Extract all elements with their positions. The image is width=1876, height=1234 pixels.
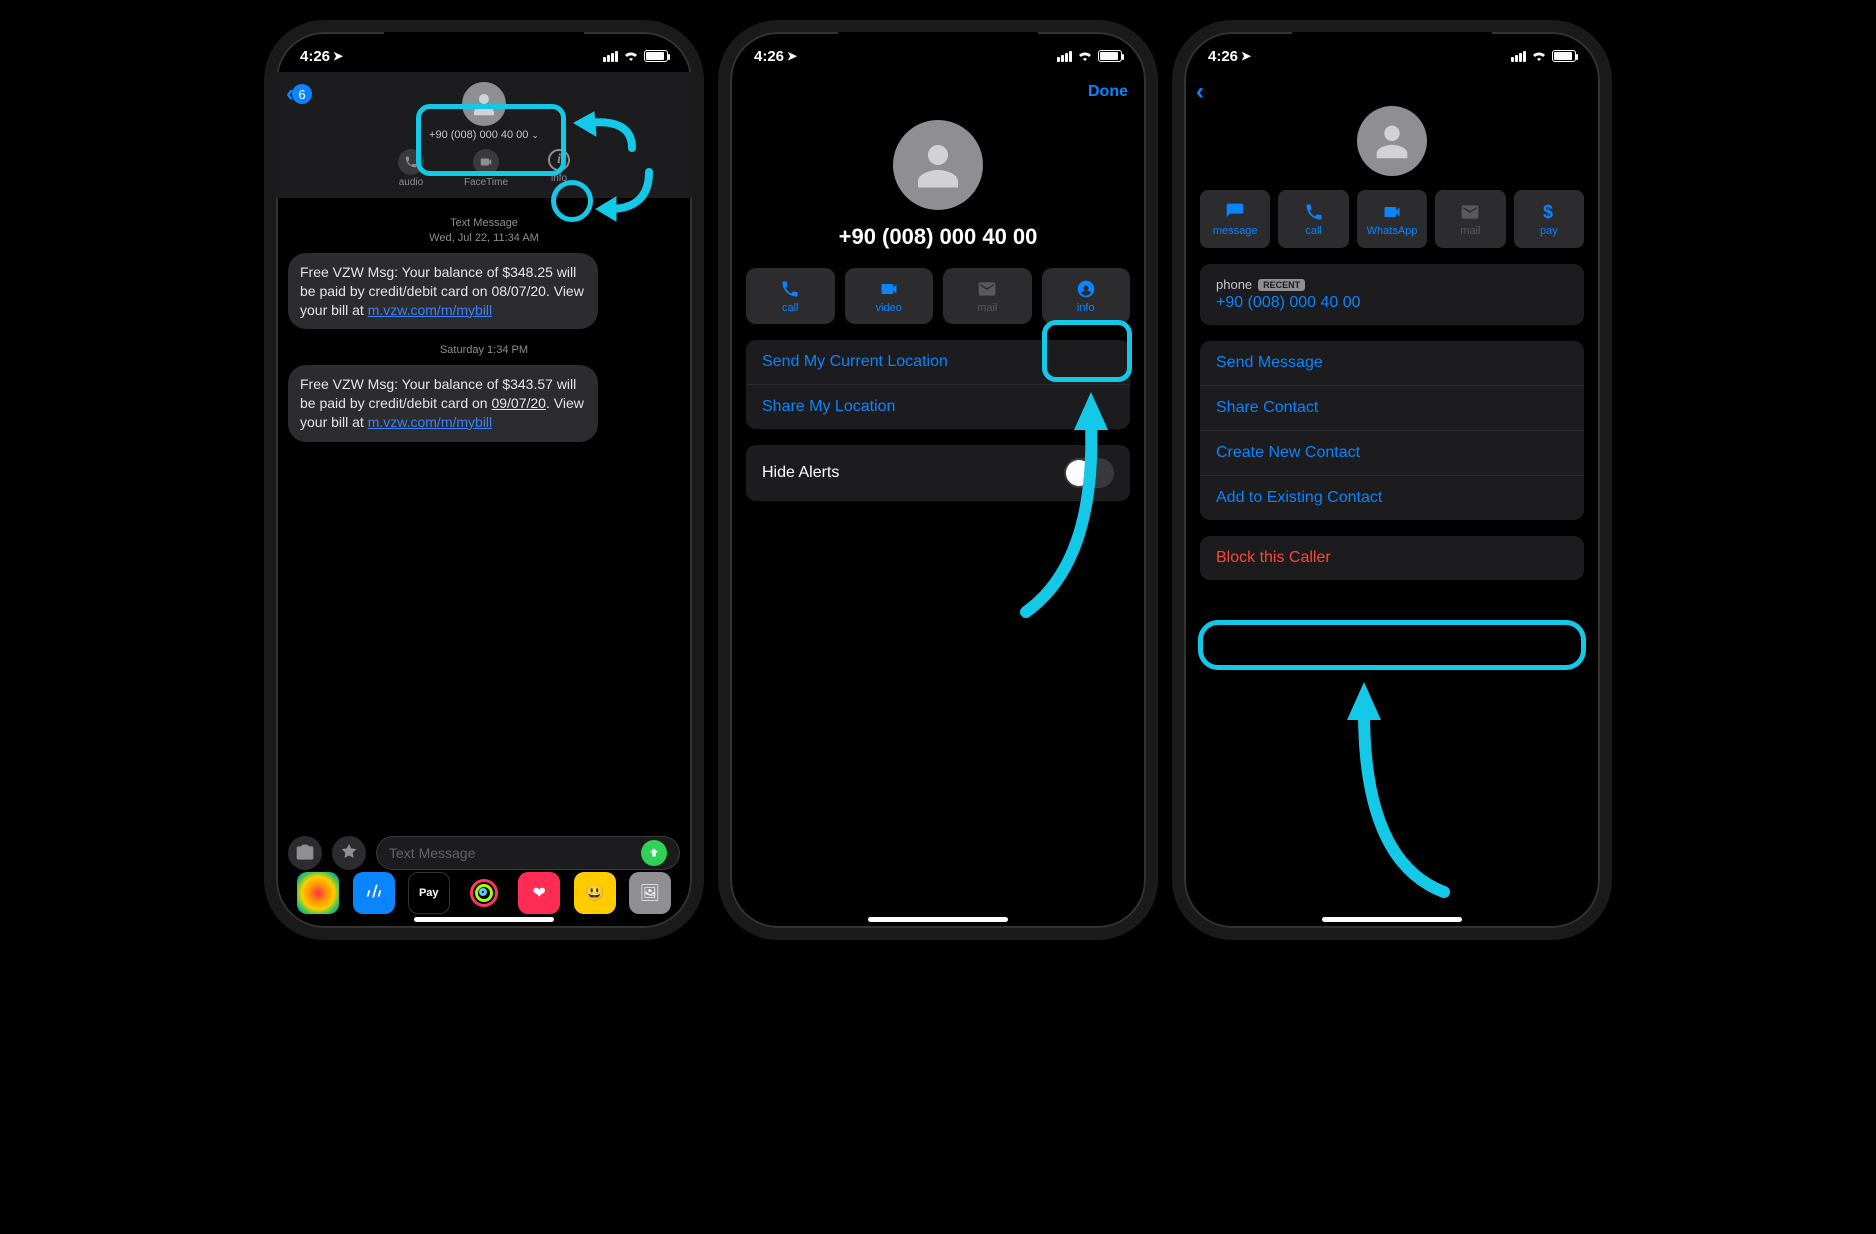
message-link[interactable]: m.vzw.com/m/mybill	[368, 302, 492, 318]
contact-number: +90 (008) 000 40 00	[730, 224, 1146, 250]
message-button[interactable]: message	[1200, 190, 1270, 248]
contact-avatar	[1357, 106, 1427, 176]
apps-button[interactable]	[332, 836, 366, 870]
cellular-icon	[603, 51, 618, 62]
annotation-highlight-avatar	[416, 104, 566, 176]
pay-button[interactable]: $ pay	[1514, 190, 1584, 248]
call-button[interactable]: call	[1278, 190, 1348, 248]
conversation-header: ‹ 6 +90 (008) 000 40 00 ⌄ audio	[276, 72, 692, 198]
contact-info-button[interactable]: info	[1042, 268, 1131, 324]
annotation-arrow-info	[996, 382, 1126, 637]
annotation-arrow-block	[1304, 672, 1464, 917]
activity-app-icon[interactable]	[463, 872, 505, 914]
phone-field-label: phone	[1216, 277, 1252, 292]
messages-list[interactable]: Text Message Wed, Jul 22, 11:34 AM Free …	[276, 198, 692, 442]
send-button[interactable]	[641, 840, 667, 866]
annotation-highlight-block	[1198, 620, 1586, 670]
message-label: message	[1213, 225, 1258, 237]
wifi-icon	[1531, 48, 1547, 64]
location-icon: ➤	[1241, 49, 1251, 63]
facetime-label: FaceTime	[464, 177, 508, 188]
apple-pay-icon[interactable]: Pay	[408, 872, 450, 914]
hide-alerts-label: Hide Alerts	[762, 464, 839, 482]
mail-button: mail	[943, 268, 1032, 324]
memoji-app-icon[interactable]: 😃	[574, 872, 616, 914]
mail-button: mail	[1435, 190, 1505, 248]
app-icon-pink[interactable]: ❤	[518, 872, 560, 914]
battery-icon	[1552, 50, 1576, 62]
block-caller-button[interactable]: Block this Caller	[1200, 536, 1584, 580]
location-icon: ➤	[787, 49, 797, 63]
location-icon: ➤	[333, 49, 343, 63]
annotation-highlight-info	[551, 180, 593, 222]
home-indicator[interactable]	[868, 917, 1008, 922]
status-time: 4:26	[300, 48, 330, 65]
back-button[interactable]: ‹	[1196, 78, 1204, 106]
add-existing-contact-button[interactable]: Add to Existing Contact	[1200, 475, 1584, 520]
unread-badge: 6	[292, 84, 312, 104]
message-input[interactable]: Text Message	[376, 836, 680, 870]
home-indicator[interactable]	[1322, 917, 1462, 922]
message-bubble[interactable]: Free VZW Msg: Your balance of $343.57 wi…	[288, 365, 598, 442]
wifi-icon	[1077, 48, 1093, 64]
status-time: 4:26	[1208, 48, 1238, 65]
phone-number: +90 (008) 000 40 00	[1216, 294, 1568, 312]
mail-label: mail	[1460, 225, 1480, 237]
info-label: info	[1077, 302, 1095, 314]
status-time: 4:26	[754, 48, 784, 65]
audio-label: audio	[399, 177, 423, 188]
call-label: call	[1305, 225, 1322, 237]
message-bubble[interactable]: Free VZW Msg: Your balance of $348.25 wi…	[288, 253, 598, 330]
done-button[interactable]: Done	[1088, 83, 1128, 101]
notch	[838, 32, 1038, 60]
app-icon-generic[interactable]: 🖼	[629, 872, 671, 914]
send-message-button[interactable]: Send Message	[1200, 341, 1584, 385]
cellular-icon	[1511, 51, 1526, 62]
share-contact-button[interactable]: Share Contact	[1200, 385, 1584, 430]
notch	[384, 32, 584, 60]
recent-badge: RECENT	[1258, 279, 1305, 291]
annotation-highlight-info	[1042, 320, 1132, 382]
cellular-icon	[1057, 51, 1072, 62]
camera-button[interactable]	[288, 836, 322, 870]
contact-avatar	[893, 120, 983, 210]
mail-label: mail	[977, 302, 997, 314]
wifi-icon	[623, 48, 639, 64]
phone-field[interactable]: phone RECENT +90 (008) 000 40 00	[1200, 264, 1584, 325]
whatsapp-button[interactable]: WhatsApp	[1357, 190, 1427, 248]
annotation-arrow-info	[594, 164, 664, 229]
message-link[interactable]: m.vzw.com/m/mybill	[368, 414, 492, 430]
message-date-detector[interactable]: 09/07/20	[491, 395, 546, 411]
create-contact-button[interactable]: Create New Contact	[1200, 430, 1584, 475]
call-button[interactable]: call	[746, 268, 835, 324]
video-label: video	[876, 302, 902, 314]
pay-label: pay	[1540, 225, 1558, 237]
phone-contact-card: 4:26 ➤ ‹ message call Whats	[1172, 20, 1612, 940]
video-button[interactable]: video	[845, 268, 934, 324]
appstore-app-icon[interactable]	[353, 872, 395, 914]
annotation-arrow-avatar	[572, 108, 642, 163]
notch	[1292, 32, 1492, 60]
message-timestamp: Saturday 1:34 PM	[288, 343, 680, 358]
battery-icon	[1098, 50, 1122, 62]
whatsapp-label: WhatsApp	[1367, 225, 1418, 237]
phone-messages-conversation: 4:26 ➤ ‹ 6 +90 (008) 000 40 00 ⌄	[264, 20, 704, 940]
battery-icon	[644, 50, 668, 62]
home-indicator[interactable]	[414, 917, 554, 922]
app-suggestion-bar: Pay ❤ 😃 🖼	[276, 868, 692, 918]
phone-conversation-details: 4:26 ➤ Done +90 (008) 000 40 00 call vid…	[718, 20, 1158, 940]
call-label: call	[782, 302, 799, 314]
photos-app-icon[interactable]	[297, 872, 339, 914]
svg-text:$: $	[1543, 202, 1553, 222]
message-placeholder: Text Message	[389, 845, 475, 861]
